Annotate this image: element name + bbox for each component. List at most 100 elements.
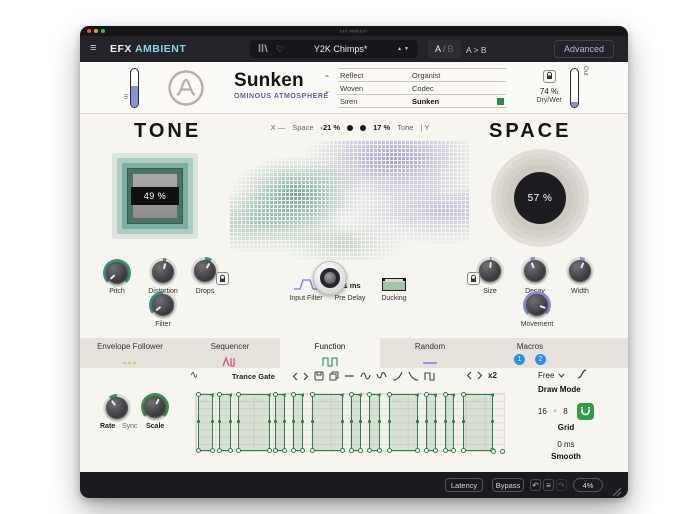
preset-list-item[interactable]: Codec — [410, 82, 506, 95]
minimize-window-icon[interactable] — [94, 29, 98, 33]
macro-1-badge[interactable]: 1 — [514, 354, 525, 365]
tone-lock-icon[interactable] — [216, 272, 229, 285]
undo-icon[interactable]: ↶ — [530, 479, 541, 491]
favorite-heart-icon[interactable]: ♡ — [276, 44, 284, 55]
draw-mode-control: Free Draw Mode — [538, 369, 608, 394]
y-param-value[interactable]: 17 % — [373, 123, 390, 132]
tab-envelope-follower[interactable]: Envelope Follower — [80, 338, 180, 368]
gate-step[interactable] — [217, 392, 234, 453]
tab-function[interactable]: Function — [280, 338, 380, 368]
gate-step[interactable] — [367, 392, 382, 453]
save-icon[interactable] — [314, 371, 324, 381]
space-amount-knob[interactable]: 57 % — [514, 172, 566, 224]
preset-prev-next-arrows[interactable]: ▲▼ — [397, 46, 411, 52]
preset-list-item-selected[interactable]: Sunken — [410, 95, 506, 108]
tone-amount-knob[interactable]: 49 % — [127, 168, 183, 224]
copy-a-to-b-button[interactable]: A > B — [466, 45, 487, 55]
bypass-button[interactable]: Bypass — [492, 478, 524, 492]
drops-knob[interactable] — [191, 257, 219, 285]
resize-handle-icon[interactable] — [612, 484, 622, 502]
gate-step[interactable] — [291, 392, 306, 453]
shift-left-icon[interactable] — [466, 371, 472, 380]
gate-step[interactable] — [235, 392, 272, 453]
tab-sequencer[interactable]: Sequencer — [180, 338, 280, 368]
main-panel: TONE SPACE X — Space -21 % 17 % Tone | Y… — [80, 114, 628, 338]
shape-sine-icon[interactable] — [360, 371, 371, 381]
tab-macros[interactable]: Macros 1 2 — [480, 338, 580, 368]
gate-step[interactable] — [461, 392, 496, 453]
chevron-down-icon[interactable] — [558, 371, 565, 380]
shape-flat-icon[interactable] — [344, 371, 355, 381]
space-lock-icon[interactable] — [467, 272, 480, 285]
snap-magnet-icon[interactable] — [577, 403, 595, 421]
zoom-window-icon[interactable] — [101, 29, 105, 33]
drywet-control: 74 % Dry/Wet — [532, 67, 566, 104]
gate-step[interactable] — [442, 392, 457, 453]
grid-rows-value[interactable]: 8 — [563, 407, 567, 416]
sync-label[interactable]: Sync — [122, 423, 138, 430]
xy-morph-pad[interactable] — [230, 140, 470, 260]
draw-mode-value[interactable]: Free — [538, 371, 554, 380]
preset-down-chevron[interactable]: ⌄ — [321, 86, 333, 96]
shape-ramp-up-icon[interactable] — [392, 371, 403, 381]
prev-shape-icon[interactable] — [292, 372, 298, 381]
distortion-knob[interactable] — [149, 258, 177, 286]
redo-icon[interactable]: ↷ — [556, 479, 567, 491]
window-controls[interactable] — [87, 29, 105, 33]
drywet-value[interactable]: 74 % — [532, 87, 566, 96]
gate-step[interactable] — [310, 392, 345, 453]
next-shape-icon[interactable] — [303, 372, 309, 381]
smooth-value[interactable]: 0 ms — [535, 440, 597, 449]
tab-random[interactable]: Random — [380, 338, 480, 368]
gate-step[interactable] — [386, 392, 420, 453]
macro-2-badge[interactable]: 2 — [535, 354, 546, 365]
close-window-icon[interactable] — [87, 29, 91, 33]
cpu-meter[interactable]: 4% — [573, 478, 603, 492]
input-gain-fill — [131, 86, 138, 107]
ab-toggle[interactable]: A / B — [428, 40, 461, 58]
copy-icon[interactable] — [329, 371, 339, 381]
gate-layer — [195, 392, 506, 454]
shape-square-icon[interactable] — [424, 371, 435, 381]
movement-knob[interactable] — [523, 291, 551, 319]
width-knob[interactable] — [566, 257, 594, 285]
ducking-icon[interactable] — [382, 278, 406, 291]
y-position-dot — [360, 124, 367, 131]
output-gain-slider[interactable] — [570, 68, 579, 108]
gate-step[interactable] — [348, 392, 363, 453]
gate-step[interactable] — [424, 392, 439, 453]
rate-knob[interactable] — [103, 394, 131, 422]
current-preset-name[interactable]: Y2K Chimps* — [284, 44, 397, 54]
function-name[interactable]: Trance Gate — [232, 372, 275, 381]
pitch-knob[interactable] — [103, 259, 131, 287]
size-knob[interactable] — [476, 257, 504, 285]
drywet-lock-icon[interactable] — [542, 69, 556, 83]
library-icon[interactable] — [258, 40, 268, 58]
gate-step[interactable] — [195, 392, 215, 453]
hamburger-menu-icon[interactable]: ≡ — [90, 43, 96, 54]
scale-knob[interactable] — [141, 393, 169, 421]
preset-up-chevron[interactable]: ⌃ — [321, 74, 333, 84]
xy-joystick[interactable] — [313, 261, 347, 295]
gate-step[interactable] — [272, 392, 287, 453]
shape-sine2-icon[interactable] — [376, 371, 387, 381]
gate-step-low[interactable] — [490, 394, 506, 454]
shape-ramp-down-icon[interactable] — [408, 371, 419, 381]
filter-knob[interactable] — [149, 291, 177, 319]
shift-right-icon[interactable] — [477, 371, 483, 380]
trance-gate-editor[interactable] — [195, 392, 506, 454]
x-param-name[interactable]: Space — [292, 123, 313, 132]
latency-button[interactable]: Latency — [445, 478, 483, 492]
plugin-window: EFX AMBIENT ≡ EFX AMBIENT ♡ Y2K Chimps* … — [80, 26, 628, 498]
y-param-name[interactable]: Tone — [397, 123, 413, 132]
preset-browser-field[interactable]: ♡ Y2K Chimps* ▲▼ — [250, 40, 418, 58]
input-gain-slider[interactable] — [130, 68, 139, 108]
grid-cols-value[interactable]: 16 — [538, 407, 547, 416]
decay-knob[interactable] — [521, 257, 549, 285]
slew-curve-icon[interactable] — [577, 369, 587, 381]
preset-list-item[interactable]: Organist — [410, 69, 506, 82]
multiply-button[interactable]: x2 — [488, 371, 497, 380]
x-param-value[interactable]: -21 % — [321, 123, 341, 132]
history-icon[interactable]: ≡ — [543, 479, 554, 491]
advanced-button[interactable]: Advanced — [553, 40, 614, 58]
